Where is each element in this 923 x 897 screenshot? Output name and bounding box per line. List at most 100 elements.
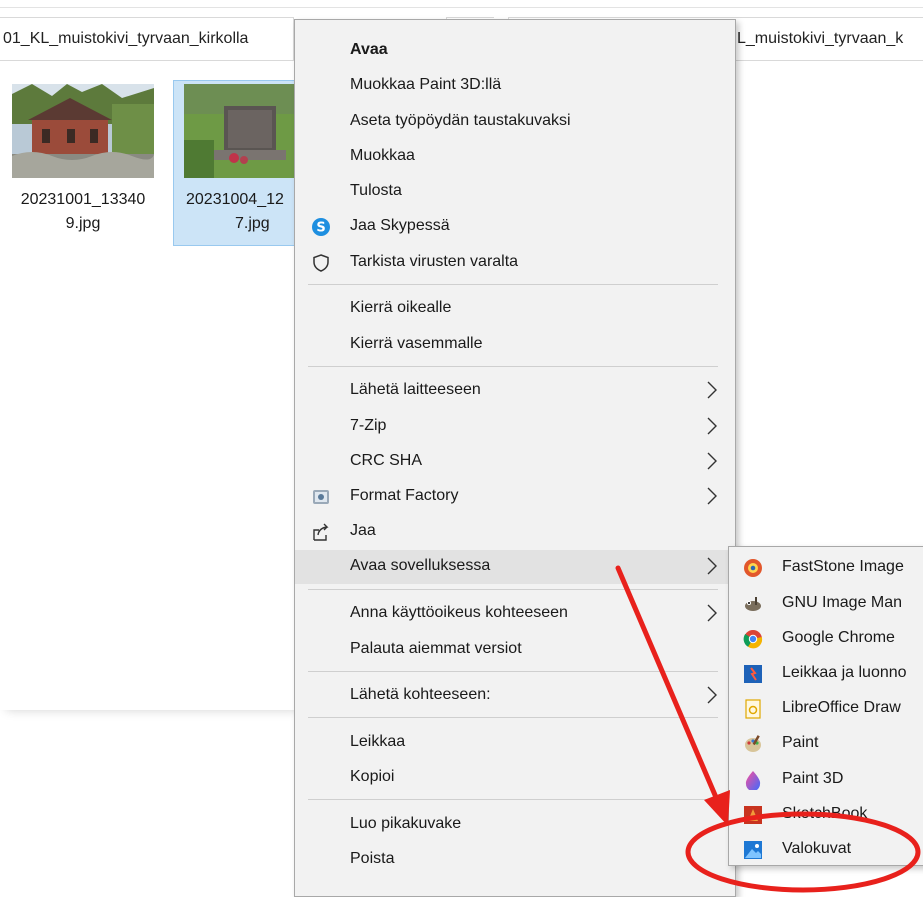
menu-item-edit-paint3d[interactable]: Muokkaa Paint 3D:llä	[295, 69, 735, 103]
menu-item-copy[interactable]: Kopioi	[295, 761, 735, 795]
menu-item-edit[interactable]: Muokkaa	[295, 140, 735, 174]
submenu-item-photos[interactable]: Valokuvat	[729, 832, 923, 868]
menu-item-crc-sha[interactable]: CRC SHA	[295, 445, 735, 479]
chrome-icon	[743, 630, 763, 649]
svg-text:S: S	[316, 221, 325, 236]
chevron-right-icon	[707, 604, 717, 622]
menu-item-label: 7-Zip	[350, 417, 387, 434]
menu-item-open[interactable]: Avaa	[295, 34, 735, 68]
submenu-item-label: LibreOffice Draw	[782, 699, 901, 716]
menu-item-label: Aseta työpöydän taustakuvaksi	[350, 112, 571, 129]
menu-item-label: Jaa	[350, 522, 376, 539]
menu-item-label: Avaa sovelluksessa	[350, 557, 491, 574]
menu-item-virus-scan[interactable]: Tarkista virusten varalta	[295, 246, 735, 280]
menu-item-label: Avaa	[350, 41, 388, 58]
submenu-item-sketchbook[interactable]: SketchBook	[729, 797, 923, 833]
shield-icon	[313, 254, 329, 272]
chevron-right-icon	[707, 487, 717, 505]
menu-item-label: Luo pikakuvake	[350, 815, 462, 832]
submenu-item-label: SketchBook	[782, 805, 868, 822]
submenu-item-label: Google Chrome	[782, 629, 895, 646]
menu-item-rotate-right[interactable]: Kierrä oikealle	[295, 292, 735, 326]
chevron-right-icon	[707, 381, 717, 399]
menu-item-label: Tulosta	[350, 182, 402, 199]
chevron-right-icon	[707, 686, 717, 704]
church-photo	[12, 84, 154, 178]
submenu-item-gimp[interactable]: GNU Image Man	[729, 586, 923, 622]
gimp-icon	[745, 597, 761, 611]
menu-separator	[308, 366, 718, 367]
menu-item-cut[interactable]: Leikkaa	[295, 726, 735, 760]
chevron-right-icon	[707, 417, 717, 435]
address-bar-left-text: 01_KL_muistokivi_tyrvaan_kirkolla	[3, 30, 249, 47]
address-bar-left[interactable]: 01_KL_muistokivi_tyrvaan_kirkolla	[0, 17, 294, 61]
submenu-item-libreoffice-draw[interactable]: LibreOffice Draw	[729, 691, 923, 727]
menu-item-label: Poista	[350, 850, 395, 867]
file-name[interactable]: 20231001_13340 9.jpg	[0, 188, 166, 236]
menu-item-restore-versions[interactable]: Palauta aiemmat versiot	[295, 633, 735, 667]
submenu-item-label: FastStone Image	[782, 558, 904, 575]
menu-separator	[308, 589, 718, 590]
snip-sketch-icon	[744, 665, 762, 683]
submenu-item-paint[interactable]: Paint	[729, 726, 923, 762]
submenu-item-chrome[interactable]: Google Chrome	[729, 621, 923, 657]
share-icon	[313, 523, 329, 541]
submenu-item-paint3d[interactable]: Paint 3D	[729, 762, 923, 798]
menu-item-label: Format Factory	[350, 487, 459, 504]
menu-item-give-access[interactable]: Anna käyttöoikeus kohteeseen	[295, 597, 735, 631]
menu-item-label: Leikkaa	[350, 733, 406, 750]
file-name-selected[interactable]: 20231004_12 7.jpg	[173, 188, 300, 236]
faststone-icon	[744, 559, 762, 577]
menu-item-label: Anna käyttöoikeus kohteeseen	[350, 604, 568, 621]
menu-item-label: Lähetä kohteeseen:	[350, 686, 491, 703]
menu-item-label: Muokkaa Paint 3D:llä	[350, 76, 502, 93]
menu-item-label: Kopioi	[350, 768, 395, 785]
submenu-item-faststone[interactable]: FastStone Image	[729, 550, 923, 586]
toolbar-divider	[0, 7, 923, 8]
libreoffice-draw-icon	[745, 699, 761, 719]
paint-icon	[745, 735, 761, 752]
submenu-item-label: Paint 3D	[782, 770, 844, 787]
menu-item-label: Tarkista virusten varalta	[350, 253, 519, 270]
menu-item-label: Muokkaa	[350, 147, 415, 164]
menu-item-label: Kierrä oikealle	[350, 299, 452, 316]
menu-item-delete[interactable]: Poista	[295, 843, 735, 877]
file-thumbnail[interactable]	[12, 84, 154, 178]
photos-icon	[744, 841, 762, 859]
submenu-item-label: Valokuvat	[782, 840, 852, 857]
menu-item-label: Lähetä laitteeseen	[350, 381, 481, 398]
format-factory-icon	[313, 490, 329, 504]
menu-separator	[308, 799, 718, 800]
menu-separator	[308, 671, 718, 672]
menu-item-create-shortcut[interactable]: Luo pikakuvake	[295, 808, 735, 842]
menu-item-7zip[interactable]: 7-Zip	[295, 410, 735, 444]
menu-item-share-skype[interactable]: S Jaa Skypessä	[295, 210, 735, 244]
sketchbook-icon	[744, 806, 762, 824]
chevron-right-icon	[707, 452, 717, 470]
submenu-item-label: Paint	[782, 734, 819, 751]
file-thumbnail[interactable]	[184, 84, 296, 178]
skype-icon: S	[312, 218, 330, 236]
menu-item-send-to-device[interactable]: Lähetä laitteeseen	[295, 374, 735, 408]
menu-item-send-to[interactable]: Lähetä kohteeseen:	[295, 679, 735, 713]
memorial-stone-photo	[184, 84, 296, 178]
menu-item-label: CRC SHA	[350, 452, 423, 469]
menu-item-label: Palauta aiemmat versiot	[350, 640, 522, 657]
menu-item-rotate-left[interactable]: Kierrä vasemmalle	[295, 328, 735, 362]
file-name-line2: 7.jpg	[235, 215, 270, 232]
menu-item-share[interactable]: Jaa	[295, 515, 735, 549]
submenu-item-snip-sketch[interactable]: Leikkaa ja luonno	[729, 656, 923, 692]
menu-item-set-wallpaper[interactable]: Aseta työpöydän taustakuvaksi	[295, 105, 735, 139]
submenu-item-label: GNU Image Man	[782, 594, 903, 611]
menu-separator	[308, 717, 718, 718]
submenu-item-label: Leikkaa ja luonno	[782, 664, 907, 681]
menu-item-label: Kierrä vasemmalle	[350, 335, 483, 352]
address-bar-right-text: L_muistokivi_tyrvaan_k	[737, 30, 904, 47]
menu-item-open-with[interactable]: Avaa sovelluksessa	[295, 550, 735, 584]
menu-item-label: Jaa Skypessä	[350, 217, 450, 234]
file-name-line1: 20231001_13340	[20, 191, 146, 208]
menu-item-format-factory[interactable]: Format Factory	[295, 480, 735, 514]
menu-item-print[interactable]: Tulosta	[295, 175, 735, 209]
file-name-line1: 20231004_12	[186, 191, 284, 208]
chevron-right-icon	[707, 557, 717, 575]
